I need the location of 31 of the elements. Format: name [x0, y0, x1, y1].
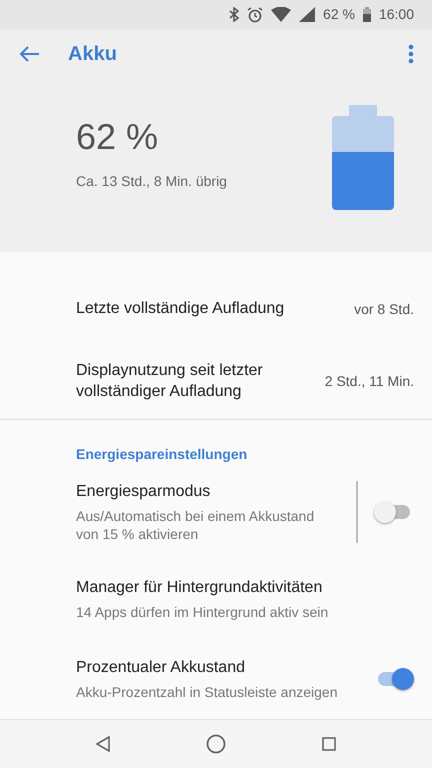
alarm-icon [247, 6, 264, 23]
setting-title: Letzte vollständige Aufladung [76, 299, 284, 320]
clock: 16:00 [378, 5, 414, 24]
home-circle-icon [206, 734, 226, 754]
setting-title: Prozentualer Akkustand [76, 658, 246, 678]
overflow-menu-icon [408, 44, 414, 64]
battery-percentage: 62 % [76, 118, 160, 155]
battery-percentage: 62 % [323, 5, 355, 24]
screen-title: Akku [68, 42, 118, 68]
square-icon [322, 737, 336, 752]
back-button[interactable] [18, 45, 40, 64]
wifi-icon [271, 7, 292, 22]
setting-description: Aus/Automatisch bei einem Akkustand von 15 % aktivieren [76, 506, 316, 543]
setting-title: Manager für Hintergrundaktivitäten [76, 578, 324, 598]
setting-value: vor 8 Std. [354, 300, 414, 319]
setting-description: 14 Apps dürfen im Hintergrund aktiv sein [76, 602, 330, 621]
setting-description: Akku-Prozentzahl in Statusleiste anzeigen [76, 682, 338, 701]
recent-apps-button[interactable] [322, 737, 336, 752]
section-header: Energiespareinstellungen [76, 445, 248, 464]
remaining-time: Ca. 13 Std., 8 Min. übrig [76, 172, 228, 191]
setting-title: Displaynutzung seit letzter vollständiger Aufladung [76, 361, 264, 402]
bluetooth-icon [229, 7, 240, 22]
home-button[interactable] [206, 734, 226, 754]
signal-icon [299, 7, 316, 22]
setting-title: Energiesparmodus [76, 482, 212, 502]
setting-value: 2 Std., 11 Min. [324, 372, 414, 392]
back-nav-button[interactable] [96, 736, 110, 752]
triangle-back-icon [96, 736, 110, 752]
back-arrow-icon [18, 45, 40, 64]
battery-icon [362, 7, 371, 22]
more-options-button[interactable] [408, 44, 414, 64]
